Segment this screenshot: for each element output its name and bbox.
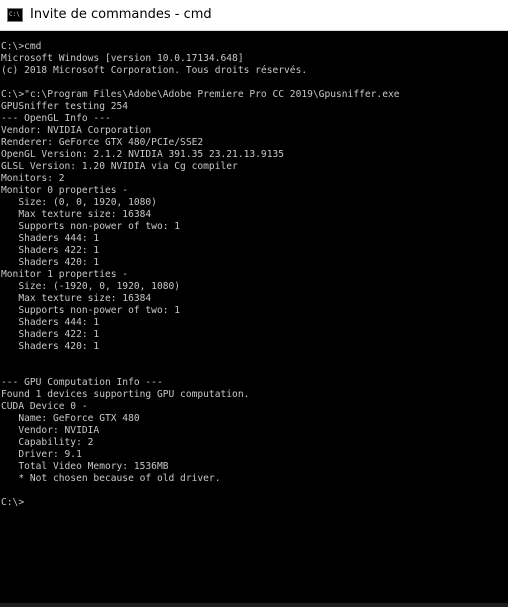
console-line: Supports non-power of two: 1 (1, 305, 181, 316)
console-line: Shaders 422: 1 (1, 329, 100, 340)
console-line: OpenGL Version: 2.1.2 NVIDIA 391.35 23.2… (1, 149, 285, 160)
window-title: Invite de commandes - cmd (30, 7, 212, 22)
console-line: Monitors: 2 (1, 173, 65, 184)
console-line: GPUSniffer testing 254 (1, 101, 129, 112)
console-line: Monitor 0 properties - (1, 185, 129, 196)
console-line: Max texture size: 16384 (1, 293, 152, 304)
console-line: C:\>"c:\Program Files\Adobe\Adobe Premie… (1, 89, 400, 100)
console-line: Microsoft Windows [version 10.0.17134.64… (1, 53, 244, 64)
console-line: Max texture size: 16384 (1, 209, 152, 220)
console-line: CUDA Device 0 - (1, 401, 88, 412)
console-line: Found 1 devices supporting GPU computati… (1, 389, 250, 400)
console-line: (c) 2018 Microsoft Corporation. Tous dro… (1, 65, 308, 76)
console-line: Shaders 444: 1 (1, 233, 100, 244)
console-line: Monitor 1 properties - (1, 269, 129, 280)
console-line: Capability: 2 (1, 437, 94, 448)
cmd-window: C:\ Invite de commandes - cmd C:\>cmd Mic… (0, 0, 508, 607)
console-line: Shaders 420: 1 (1, 257, 100, 268)
console-line: --- OpenGL Info --- (1, 113, 111, 124)
console-line: Name: GeForce GTX 480 (1, 413, 140, 424)
console-line: * Not chosen because of old driver. (1, 473, 221, 484)
console-line: Total Video Memory: 1536MB (1, 461, 169, 472)
console-line: C:\>cmd (1, 41, 42, 52)
horizontal-scrollbar[interactable] (0, 603, 508, 607)
console-output[interactable]: C:\>cmd Microsoft Windows [version 10.0.1… (0, 41, 508, 601)
console-line: Vendor: NVIDIA (1, 425, 100, 436)
console-line: Driver: 9.1 (1, 449, 82, 460)
console-line: GLSL Version: 1.20 NVIDIA via Cg compile… (1, 161, 238, 172)
console-line: Supports non-power of two: 1 (1, 221, 181, 232)
console-line: C:\> (1, 497, 25, 508)
console-line: Size: (-1920, 0, 1920, 1080) (1, 281, 181, 292)
console-line: Vendor: NVIDIA Corporation (1, 125, 152, 136)
title-bar[interactable]: C:\ Invite de commandes - cmd (0, 0, 508, 31)
console-line: Shaders 444: 1 (1, 317, 100, 328)
console-line: Size: (0, 0, 1920, 1080) (1, 197, 157, 208)
console-line: Shaders 422: 1 (1, 245, 100, 256)
console-line: Renderer: GeForce GTX 480/PCIe/SSE2 (1, 137, 204, 148)
console-line: Shaders 420: 1 (1, 341, 100, 352)
console-line: --- GPU Computation Info --- (1, 377, 163, 388)
cmd-icon: C:\ (7, 8, 23, 22)
